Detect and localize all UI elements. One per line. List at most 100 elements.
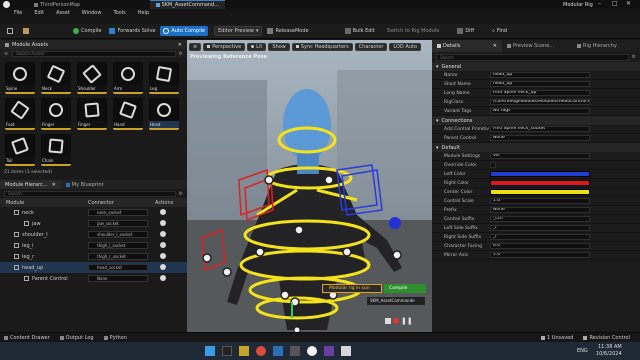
mail-icon[interactable] (273, 346, 283, 356)
property-value[interactable] (490, 180, 590, 186)
property-value[interactable]: 0.0 (490, 243, 590, 249)
tab-rig-hierarchy[interactable]: Rig Hierarchy (572, 40, 622, 52)
property-value[interactable]: Vis (490, 153, 590, 159)
clock-date[interactable]: 10/6/2024 (596, 351, 622, 357)
tree-row[interactable]: Parent Control None (0, 273, 187, 284)
asset-tile[interactable]: Leg (149, 62, 179, 94)
character-button[interactable]: Character (354, 42, 388, 51)
property-value[interactable]: /ControlRigModules/Modules/HeadControl.H… (490, 99, 590, 105)
property-value[interactable]: Find Spine neck_socket (490, 126, 590, 132)
hierarchy-search-input[interactable]: Search (4, 190, 176, 197)
property-value[interactable] (490, 189, 590, 195)
property-value[interactable]: _ctrl (490, 216, 590, 222)
sync-headquarters-button[interactable]: Sync Headquarters (291, 42, 353, 51)
tree-row[interactable]: shoulder_l shoulder_l_socket (0, 229, 187, 240)
output-log-button[interactable]: Output Log (59, 335, 94, 341)
column-actions[interactable]: Actions (155, 200, 173, 206)
revision-control-button[interactable]: Revision Control (583, 335, 630, 341)
settings-icon[interactable]: ⚙ (179, 51, 183, 57)
minimize-icon[interactable]: – (598, 0, 601, 7)
property-value[interactable]: _r (490, 234, 590, 240)
asset-tile[interactable]: Tail (5, 134, 35, 166)
details-search-input[interactable]: Search (436, 53, 629, 61)
lod-button[interactable]: LOD Auto (389, 42, 421, 51)
filter-icon[interactable]: ≡ (4, 51, 8, 57)
asset-tile[interactable]: Head (149, 98, 179, 130)
unreal-taskbar-icon[interactable] (307, 346, 317, 356)
close-tab-icon[interactable]: ✕ (52, 182, 56, 188)
maximize-icon[interactable]: □ (612, 0, 618, 7)
section-default[interactable]: ▾ Default (432, 143, 640, 152)
close-icon[interactable]: ✕ (626, 0, 631, 7)
menu-file[interactable]: File (14, 10, 22, 16)
asset-tile[interactable]: Finger (41, 98, 71, 130)
language-indicator[interactable]: ENG (577, 348, 588, 354)
connector-field[interactable]: thigh_l_socket (88, 242, 148, 249)
asset-tile[interactable]: Chain (41, 134, 71, 166)
tree-row[interactable]: jaw jaw_socket (0, 218, 187, 229)
asset-tile[interactable]: Foot (5, 98, 35, 130)
unreal-logo-icon[interactable] (3, 1, 10, 8)
property-value[interactable]: Find Spine neck_up (490, 90, 590, 96)
menu-window[interactable]: Window (82, 10, 102, 16)
column-module[interactable]: Module (6, 200, 24, 206)
property-value[interactable] (490, 162, 496, 168)
action-icon[interactable] (160, 264, 166, 270)
show-button[interactable]: Show (268, 42, 290, 51)
section-general[interactable]: ▾ General (432, 62, 640, 71)
tree-row[interactable]: neck neck_socket (0, 207, 187, 218)
property-value[interactable]: head_up (490, 81, 590, 87)
asset-tile[interactable]: Spine (5, 62, 35, 94)
close-tab-icon[interactable]: ✕ (178, 42, 182, 48)
menu-tools[interactable]: Tools (113, 10, 125, 16)
save-button[interactable] (4, 26, 18, 36)
overlay-compile[interactable]: Compile (384, 284, 426, 293)
action-icon[interactable] (160, 275, 166, 281)
release-mode-button[interactable]: ReleaseMode (264, 26, 311, 36)
diff-button[interactable]: Diff (454, 26, 477, 36)
app-icon[interactable] (324, 346, 334, 356)
tree-row[interactable]: leg_r thigh_r_socket (0, 251, 187, 262)
auto-compile-button[interactable]: Auto Compile (160, 26, 209, 36)
find-button[interactable]: ⌕ Find (489, 26, 510, 36)
viewport-menu-button[interactable]: ≡ (189, 42, 202, 51)
record-icon[interactable] (393, 318, 399, 324)
bulk-edit-button[interactable]: Bulk Edit (342, 26, 378, 36)
tab-preview-scene[interactable]: Preview Scene... (502, 40, 572, 52)
app-icon[interactable] (290, 346, 300, 356)
module-assets-tab[interactable]: Module Assets ✕ (0, 40, 187, 49)
taskbar-app-icon[interactable] (222, 346, 232, 356)
pause-icon[interactable]: ❚❚ (401, 317, 413, 325)
editor-preview-dropdown[interactable]: Editor Preview ▾ (214, 26, 263, 36)
column-connector[interactable]: Connector (88, 200, 114, 206)
content-drawer-button[interactable]: Content Drawer (4, 335, 50, 341)
tab-details[interactable]: Details ✕ (432, 40, 502, 52)
tab-my-blueprint[interactable]: My Blueprint (61, 180, 109, 189)
asset-tile[interactable]: Finger (77, 98, 107, 130)
menu-asset[interactable]: Asset (56, 10, 70, 16)
unsaved-indicator[interactable]: 1 Unsaved (540, 335, 573, 341)
property-value[interactable]: 1.0 (490, 198, 590, 204)
asset-tile[interactable]: Shoulder (77, 62, 107, 94)
forwards-solve-button[interactable]: Forwards Solve (106, 26, 158, 36)
close-tab-icon[interactable]: ✕ (493, 43, 497, 49)
asset-tile[interactable]: Arm (113, 62, 143, 94)
action-icon[interactable] (160, 209, 166, 215)
menu-help[interactable]: Help (138, 10, 149, 16)
connector-field[interactable]: neck_socket (88, 209, 148, 216)
connector-field[interactable]: thigh_r_socket (88, 253, 148, 260)
asset-tile[interactable]: Hand (113, 98, 143, 130)
property-value[interactable]: head_up (490, 72, 590, 78)
action-icon[interactable] (160, 242, 166, 248)
settings-icon[interactable]: ⚙ (632, 54, 636, 60)
lit-button[interactable]: Lit (247, 42, 267, 51)
action-icon[interactable] (160, 231, 166, 237)
property-value[interactable] (490, 171, 590, 177)
action-icon[interactable] (160, 253, 166, 259)
tree-row[interactable]: head_up head_socket (0, 262, 187, 273)
action-icon[interactable] (160, 220, 166, 226)
connector-field[interactable]: None (88, 275, 148, 282)
connector-field[interactable]: jaw_socket (88, 220, 148, 227)
connector-field[interactable]: head_socket (88, 264, 148, 271)
asset-tile[interactable]: Neck (41, 62, 71, 94)
